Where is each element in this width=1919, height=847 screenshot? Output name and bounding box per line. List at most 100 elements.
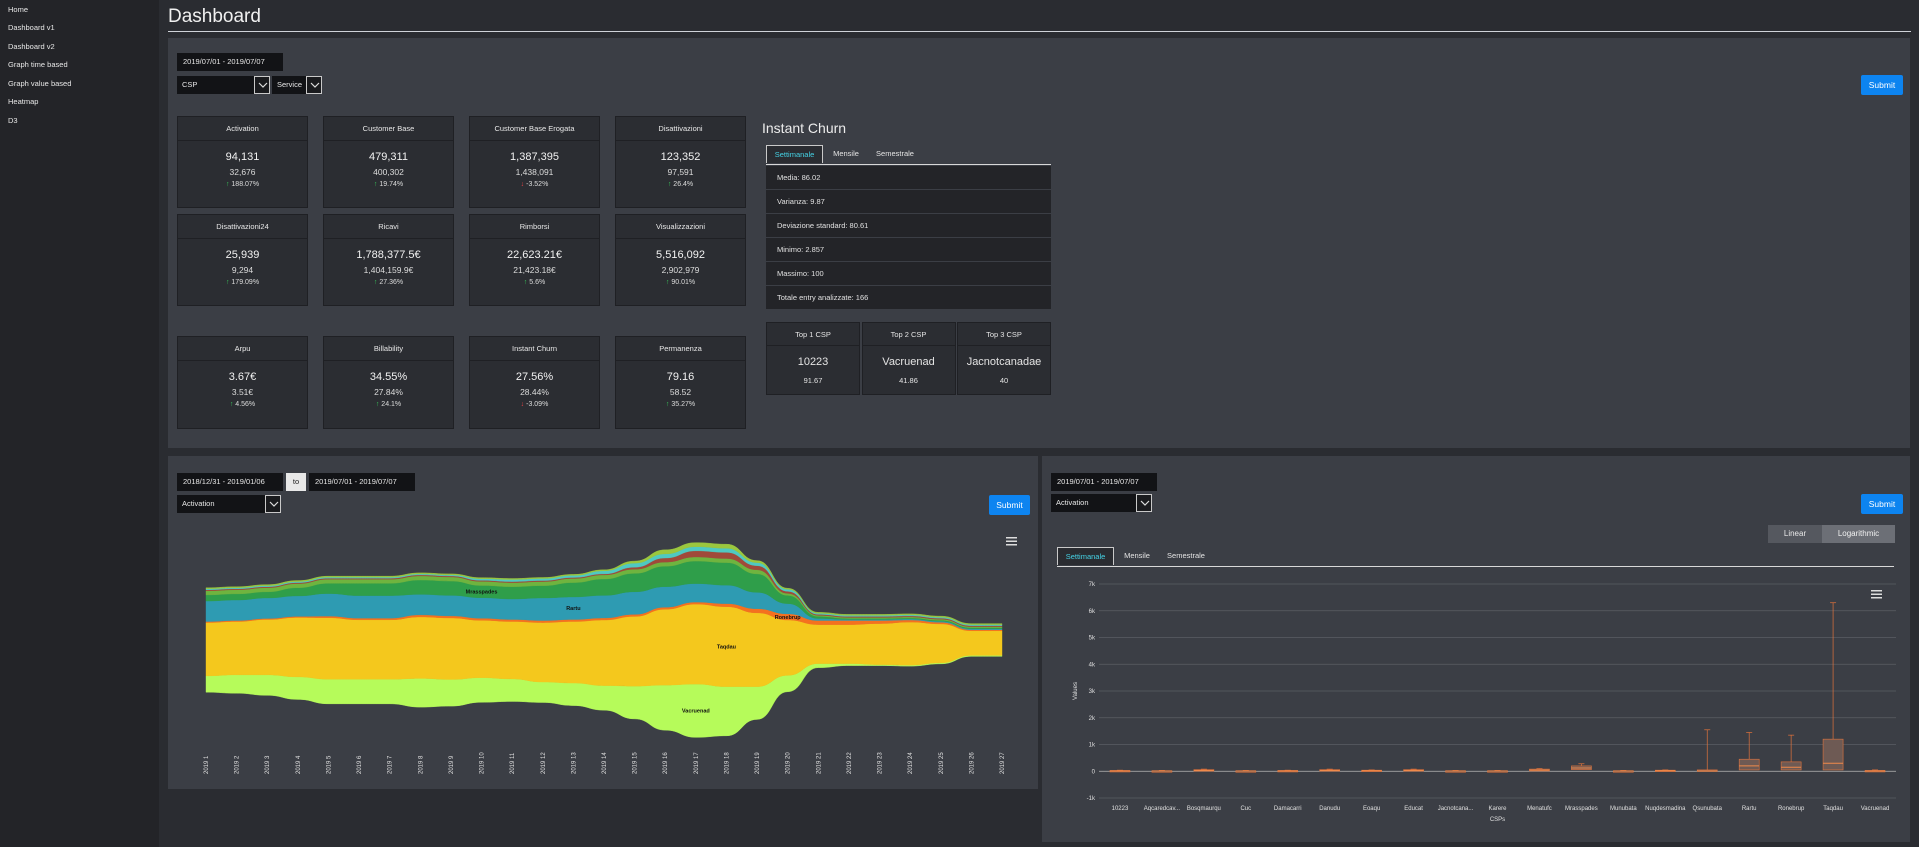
churn-stat-row: Minimo: 2.857	[766, 238, 1051, 261]
kpi-title: Visualizzazioni	[655, 222, 706, 231]
box-submit-button[interactable]: Submit	[1861, 494, 1903, 514]
x-tick-label: Mrasspades	[1565, 806, 1598, 812]
kpi-title: Ricavi	[378, 222, 399, 231]
box-metric-select[interactable]: Activation	[1051, 494, 1152, 512]
box-tab-semestrale[interactable]: Semestrale	[1160, 547, 1212, 565]
kpi-divider	[178, 360, 307, 361]
sidebar-item-graph-time-based[interactable]: Graph time based	[8, 60, 68, 69]
x-tick-label: Eoaqu	[1363, 806, 1380, 812]
sidebar-item-dashboard-v1[interactable]: Dashboard v1	[8, 23, 55, 32]
kpi-card: Rimborsi 22,623.21€ 21,423.18€ ↑ 5.6%	[469, 214, 600, 306]
kpi-change-value: 4.56%	[235, 401, 256, 408]
churn-stat-row: Varianza: 9.87	[766, 190, 1051, 213]
sidebar-item-graph-value-based[interactable]: Graph value based	[8, 79, 71, 88]
kpi-card: Disattivazioni 123,352 97,591 ↑ 26.4%	[615, 116, 746, 208]
kpi-value: 34.55%	[369, 371, 408, 383]
kpi-title: Billability	[373, 344, 404, 353]
submit-button[interactable]: Submit	[1861, 75, 1903, 95]
service-select[interactable]: Service	[272, 76, 322, 94]
tab-semestrale[interactable]: Semestrale	[869, 145, 921, 163]
kpi-previous-value: 2,902,979	[661, 265, 700, 275]
kpi-card: Permanenza 79.16 58.52 ↑ 35.27%	[615, 336, 746, 429]
streamgraph-chart: Vacruenad Taqdau Ronebrup Rartu Mrasspades 20…	[204, 542, 1006, 774]
top-csp-title: Top 1 CSP	[795, 330, 831, 339]
top-csp-value: 41.86	[899, 376, 918, 385]
x-tick-label: 2019 17	[694, 752, 700, 774]
kpi-value: 3.67€	[228, 371, 257, 383]
kpi-change-value: 179.09%	[231, 279, 260, 286]
page-title: Dashboard	[168, 6, 261, 27]
kpi-change: ↑ 188.07%	[178, 181, 307, 188]
from-range-input[interactable]: 2018/12/31 - 2019/01/06	[177, 473, 283, 491]
x-tick-label: 2019 27	[1000, 752, 1006, 774]
x-tick-label: Aqcaredcav...	[1144, 806, 1181, 812]
to-label: to	[286, 473, 306, 491]
sidebar-item-dashboard-v2[interactable]: Dashboard v2	[8, 42, 55, 51]
kpi-change: ↑ 179.09%	[178, 279, 307, 286]
x-tick-label: Munubata	[1610, 806, 1637, 812]
stream-series-label: Taqdau	[717, 645, 736, 651]
x-tick-label: 2019 16	[663, 752, 669, 774]
x-tick-label: 2019 13	[571, 752, 577, 774]
y-tick-label: 3k	[1089, 689, 1096, 695]
kpi-previous-value: 97,591	[667, 167, 694, 177]
kpi-previous-value: 58.52	[669, 387, 692, 397]
churn-stat-row: Massimo: 100	[766, 262, 1051, 285]
kpi-change: ↑ 26.4%	[616, 181, 745, 188]
kpi-change: ↑ 27.36%	[324, 279, 453, 286]
x-tick-label: Taqdau	[1823, 806, 1843, 812]
y-tick-label: 4k	[1089, 662, 1096, 668]
sidebar-item-home[interactable]: Home	[8, 5, 28, 14]
chevron-down-icon	[254, 76, 270, 94]
kpi-previous-value: 1,404,159.9€	[363, 265, 414, 275]
scale-linear-button[interactable]: Linear	[1768, 525, 1822, 543]
csp-select[interactable]: CSP	[177, 76, 270, 94]
churn-title: Instant Churn	[762, 120, 847, 136]
stream-metric-select[interactable]: Activation	[177, 495, 281, 513]
x-tick-label: Qsunubata	[1693, 806, 1723, 812]
x-axis-title: CSPs	[1490, 817, 1505, 823]
kpi-change-value: 90.01%	[671, 279, 696, 286]
stream-submit-button[interactable]: Submit	[989, 495, 1030, 515]
box-body	[1738, 758, 1760, 771]
x-tick-label: Vacruenad	[1861, 806, 1890, 812]
kpi-value: 479,311	[369, 151, 408, 163]
scale-logarithmic-button[interactable]: Logarithmic	[1822, 525, 1895, 543]
boxplot-chart: -1k 0 1k 2k 3k 4k 5k 6k 7k Values 10223 Aqcaredcav.…	[1073, 582, 1896, 823]
sidebar-item-heatmap[interactable]: Heatmap	[8, 97, 38, 106]
tab-settimanale[interactable]: Settimanale	[766, 145, 823, 163]
kpi-value: 79.16	[666, 371, 695, 383]
to-range-input[interactable]: 2019/07/01 - 2019/07/07	[309, 473, 415, 491]
kpi-previous-value: 3.51€	[231, 387, 254, 397]
kpi-divider	[324, 140, 453, 141]
sidebar-item-d3[interactable]: D3	[8, 116, 18, 125]
kpi-divider	[616, 238, 745, 239]
top-csp-card: Top 2 CSP Vacruenad 41.86	[861, 322, 956, 395]
churn-stat-row: Media: 86.02	[766, 166, 1051, 189]
x-tick-label: 2019 22	[847, 752, 853, 774]
kpi-change: ↓ -3.09%	[470, 401, 599, 408]
y-tick-label: 6k	[1089, 609, 1096, 615]
top-csp-title: Top 3 CSP	[986, 330, 1022, 339]
top-csp-card: Top 1 CSP 10223 91.67	[766, 322, 860, 395]
box-date-range-input[interactable]: 2019/07/01 - 2019/07/07	[1051, 473, 1157, 491]
kpi-title: Customer Base	[362, 124, 415, 133]
kpi-previous-value: 27.84%	[374, 387, 403, 397]
x-tick-label: 2019 5	[326, 755, 332, 774]
csp-select-value: CSP	[182, 80, 198, 89]
date-range-input[interactable]: 2019/07/01 - 2019/07/07	[177, 53, 283, 71]
kpi-previous-value: 9,294	[231, 265, 254, 275]
box-tab-settimanale[interactable]: Settimanale	[1057, 547, 1114, 565]
tab-mensile[interactable]: Mensile	[826, 145, 866, 163]
kpi-change-value: -3.09%	[526, 401, 549, 408]
kpi-divider	[178, 140, 307, 141]
kpi-divider	[616, 360, 745, 361]
kpi-change-value: 19.74%	[379, 181, 404, 188]
kpi-value: 94,131	[225, 151, 260, 163]
stream-series-label: Rartu	[566, 606, 580, 612]
kpi-card: Arpu 3.67€ 3.51€ ↑ 4.56%	[177, 336, 308, 429]
kpi-change-value: 26.4%	[673, 181, 694, 188]
kpi-previous-value: 21,423.18€	[513, 265, 556, 275]
y-tick-label: 7k	[1089, 582, 1096, 588]
box-tab-mensile[interactable]: Mensile	[1117, 547, 1157, 565]
